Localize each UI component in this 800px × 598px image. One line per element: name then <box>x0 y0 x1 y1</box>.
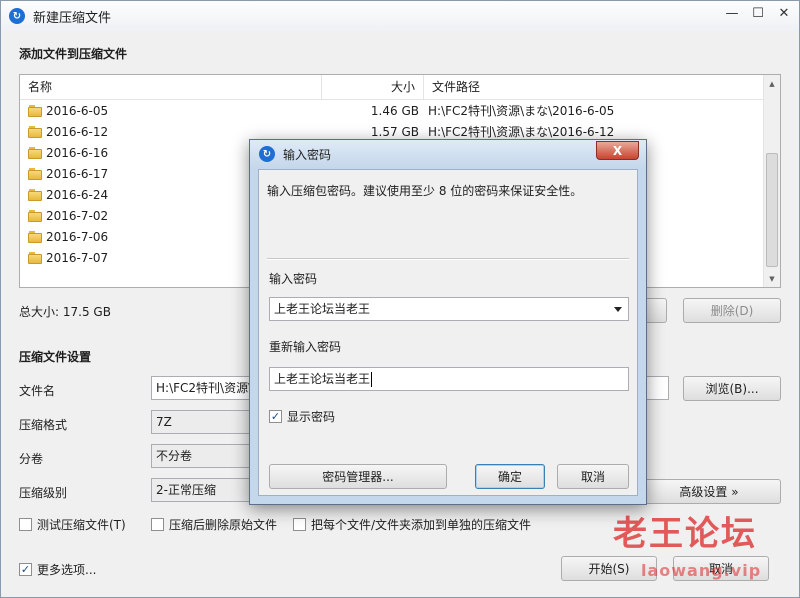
confirm-password-label: 重新输入密码 <box>269 340 342 354</box>
divider <box>267 258 629 260</box>
chevron-down-icon[interactable] <box>614 307 622 312</box>
delete-after-label: 压缩后删除原始文件 <box>169 518 278 532</box>
folder-icon <box>28 231 42 243</box>
app-logo-icon: ↻ <box>9 8 25 24</box>
test-archive-checkbox[interactable]: 测试压缩文件(T) <box>19 516 126 533</box>
delete-after-checkbox[interactable]: 压缩后删除原始文件 <box>151 516 277 533</box>
file-name: 2016-7-02 <box>46 209 109 223</box>
scroll-thumb[interactable] <box>766 153 778 267</box>
minimize-icon[interactable]: — <box>723 4 741 22</box>
total-size: 总大小: 17.5 GB <box>19 305 111 319</box>
password-value: 上老王论坛当老王 <box>274 302 371 316</box>
folder-icon <box>28 105 42 117</box>
file-name: 2016-6-05 <box>46 104 109 118</box>
level-label: 压缩级别 <box>19 486 68 500</box>
folder-icon <box>28 252 42 264</box>
test-archive-label: 测试压缩文件(T) <box>37 518 126 532</box>
folder-icon <box>28 126 42 138</box>
format-label: 压缩格式 <box>19 418 68 432</box>
show-password-label: 显示密码 <box>287 410 336 424</box>
separate-archives-label: 把每个文件/文件夹添加到单独的压缩文件 <box>311 518 532 532</box>
delete-button[interactable]: 删除(D) <box>683 298 781 323</box>
folder-icon <box>28 210 42 222</box>
browse-button[interactable]: 浏览(B)... <box>683 376 781 401</box>
scroll-down-icon[interactable]: ▼ <box>764 270 780 287</box>
checkbox-box[interactable] <box>19 518 32 531</box>
file-list-header: 名称 大小 文件路径 <box>20 75 763 100</box>
file-name: 2016-6-12 <box>46 125 109 139</box>
more-options-checkbox[interactable]: ✓ 更多选项... <box>19 561 96 578</box>
format-select[interactable]: 7Z <box>151 410 251 434</box>
file-name: 2016-7-06 <box>46 230 109 244</box>
app-logo-icon: ↻ <box>259 146 275 162</box>
title-bar: ↻ 新建压缩文件 — ☐ ✕ <box>1 1 799 31</box>
password-dialog: ↻ 输入密码 X 输入压缩包密码。建议使用至少 8 位的密码来保证安全性。 输入… <box>249 139 647 505</box>
column-path[interactable]: 文件路径 <box>424 75 763 100</box>
close-icon[interactable]: X <box>596 141 639 160</box>
separate-archives-checkbox[interactable]: 把每个文件/文件夹添加到单独的压缩文件 <box>293 516 531 533</box>
column-size[interactable]: 大小 <box>322 75 424 100</box>
folder-icon <box>28 189 42 201</box>
checkbox-box[interactable]: ✓ <box>269 410 282 423</box>
window-title: 新建压缩文件 <box>33 10 112 26</box>
file-list-scrollbar[interactable]: ▲ ▼ <box>763 75 780 287</box>
password-manager-button[interactable]: 密码管理器... <box>269 464 447 489</box>
table-row[interactable]: 2016-6-05 1.46 GB H:\FC2特刊\资源\まな\2016-6-05 <box>20 101 763 122</box>
checkbox-box[interactable] <box>293 518 306 531</box>
password-dialog-body: 输入压缩包密码。建议使用至少 8 位的密码来保证安全性。 输入密码 上老王论坛当… <box>258 169 638 496</box>
ok-button[interactable]: 确定 <box>475 464 545 489</box>
file-size: 1.46 GB <box>370 104 419 118</box>
password-label: 输入密码 <box>269 272 318 286</box>
password-dialog-title: 输入密码 <box>283 147 332 162</box>
maximize-icon[interactable]: ☐ <box>749 4 767 22</box>
folder-icon <box>28 147 42 159</box>
level-select[interactable]: 2-正常压缩 <box>151 478 251 502</box>
settings-section-title: 压缩文件设置 <box>19 350 92 364</box>
split-select[interactable]: 不分卷 <box>151 444 251 468</box>
filename-label: 文件名 <box>19 384 56 398</box>
more-options-label: 更多选项... <box>37 563 97 577</box>
show-password-checkbox[interactable]: ✓ 显示密码 <box>269 408 335 425</box>
confirm-password-value: 上老王论坛当老王 <box>274 372 371 386</box>
scroll-up-icon[interactable]: ▲ <box>764 75 780 92</box>
text-caret <box>371 372 373 387</box>
advanced-settings-button[interactable]: 高级设置 » <box>637 479 781 504</box>
file-name: 2016-6-24 <box>46 188 109 202</box>
folder-icon <box>28 168 42 180</box>
split-label: 分卷 <box>19 452 44 466</box>
column-name[interactable]: 名称 <box>20 75 322 100</box>
watermark-url: laowang.vip <box>641 561 762 580</box>
watermark-text: 老王论坛 <box>613 514 757 554</box>
files-section-title: 添加文件到压缩文件 <box>19 47 128 61</box>
close-icon[interactable]: ✕ <box>775 4 793 22</box>
file-name: 2016-6-17 <box>46 167 109 181</box>
password-dialog-title-bar: ↻ 输入密码 <box>250 140 646 168</box>
password-input[interactable]: 上老王论坛当老王 <box>269 297 629 321</box>
password-hint: 输入压缩包密码。建议使用至少 8 位的密码来保证安全性。 <box>267 184 583 198</box>
dialog-cancel-button[interactable]: 取消 <box>557 464 629 489</box>
file-path: H:\FC2特刊\资源\まな\2016-6-05 <box>428 104 615 118</box>
checkbox-box[interactable]: ✓ <box>19 563 32 576</box>
confirm-password-input[interactable]: 上老王论坛当老王 <box>269 367 629 391</box>
file-name: 2016-7-07 <box>46 251 109 265</box>
file-name: 2016-6-16 <box>46 146 109 160</box>
checkbox-box[interactable] <box>151 518 164 531</box>
